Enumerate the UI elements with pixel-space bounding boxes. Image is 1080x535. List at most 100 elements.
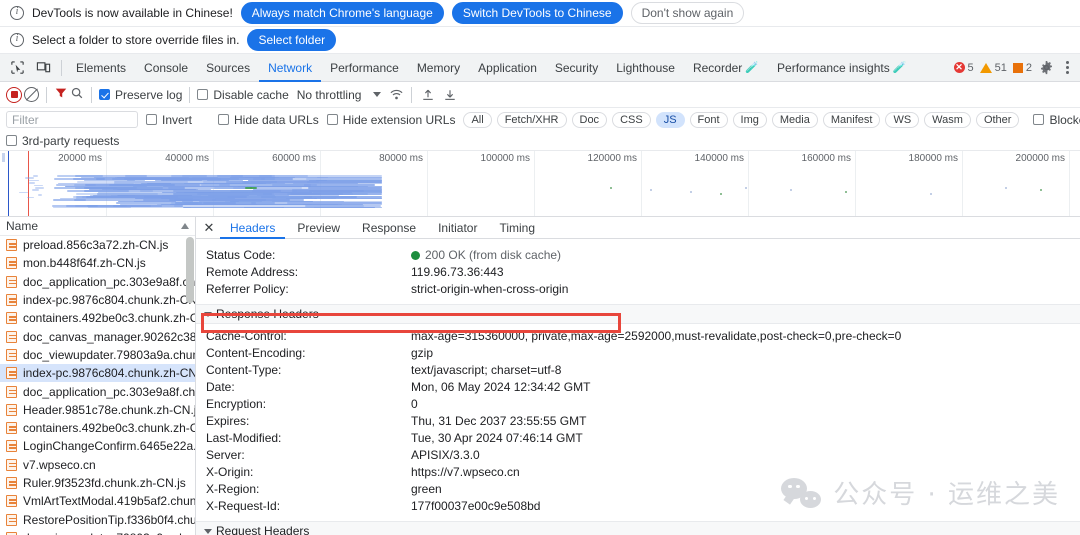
always-match-language-button[interactable]: Always match Chrome's language <box>241 2 444 24</box>
request-list-item[interactable]: index-pc.9876c804.chunk.zh-CN.js <box>0 291 195 309</box>
tab-performance-insights[interactable]: Performance insights 🧪 <box>768 54 915 82</box>
tab-timing[interactable]: Timing <box>489 217 545 239</box>
request-name-label: doc_viewupdater.79803a9a.chunk.... <box>23 531 195 535</box>
import-har-icon[interactable] <box>421 88 435 102</box>
network-conditions-icon[interactable] <box>389 88 404 102</box>
record-stop-icon[interactable] <box>6 87 22 103</box>
tab-network[interactable]: Network <box>259 54 321 82</box>
chip-manifest[interactable]: Manifest <box>823 112 881 128</box>
close-icon[interactable]: ✕ <box>200 219 218 237</box>
request-list-header[interactable]: Name <box>0 217 195 236</box>
tab-initiator[interactable]: Initiator <box>428 217 487 239</box>
request-list[interactable]: preload.856c3a72.zh-CN.js mon.b448f64f.zh… <box>0 236 195 535</box>
blocked-response-cookies-checkbox[interactable]: Blocked response cookies <box>1033 113 1080 127</box>
preserve-log-checkbox[interactable]: Preserve log <box>99 88 182 102</box>
request-list-item[interactable]: v7.wpseco.cn <box>0 456 195 474</box>
request-list-item[interactable]: LoginChangeConfirm.6465e22a.ch... <box>0 437 195 455</box>
request-name-label: mon.b448f64f.zh-CN.js <box>23 256 146 270</box>
info-counter[interactable]: 2 <box>1013 62 1032 74</box>
warning-counter[interactable]: 51 <box>980 62 1007 74</box>
request-list-scrollbar[interactable] <box>186 237 194 303</box>
chevron-down-icon[interactable] <box>373 92 381 97</box>
request-list-item[interactable]: Ruler.9f3523fd.chunk.zh-CN.js <box>0 474 195 492</box>
chip-media[interactable]: Media <box>772 112 818 128</box>
request-list-item[interactable]: containers.492be0c3.chunk.zh-CN.js <box>0 419 195 437</box>
experiment-flask-icon: 🧪 <box>893 54 907 82</box>
request-list-item[interactable]: containers.492be0c3.chunk.zh-CN.js <box>0 309 195 327</box>
request-headers-section-header[interactable]: Request Headers <box>196 521 1080 535</box>
tab-application[interactable]: Application <box>469 54 546 82</box>
tab-elements[interactable]: Elements <box>67 54 135 82</box>
dont-show-again-button[interactable]: Don't show again <box>631 2 745 24</box>
chip-fetch-xhr[interactable]: Fetch/XHR <box>497 112 567 128</box>
detail-value: strict-origin-when-cross-origin <box>411 281 568 298</box>
request-list-item[interactable]: doc_viewupdater.79803a9a.chunk.... <box>0 346 195 364</box>
request-list-item[interactable]: doc_viewupdater.79803a9a.chunk.... <box>0 529 195 535</box>
network-overview-timeline[interactable]: 20000 ms 40000 ms 60000 ms 80000 ms 1000… <box>0 151 1080 217</box>
warning-icon <box>980 63 992 73</box>
request-list-item[interactable]: mon.b448f64f.zh-CN.js <box>0 254 195 272</box>
kebab-menu-icon[interactable] <box>1060 61 1074 74</box>
tab-headers[interactable]: Headers <box>220 217 285 239</box>
tab-label: Memory <box>417 54 460 82</box>
js-file-icon <box>6 239 17 251</box>
hide-extension-urls-checkbox[interactable]: Hide extension URLs <box>327 113 456 127</box>
disable-cache-label: Disable cache <box>213 88 288 102</box>
filter-input[interactable] <box>6 111 138 128</box>
device-toolbar-icon[interactable] <box>30 55 56 81</box>
search-icon[interactable] <box>70 86 84 103</box>
request-list-item[interactable]: VmlArtTextModal.419b5af2.chunk.... <box>0 492 195 510</box>
overview-tick-label: 20000 ms <box>58 153 102 164</box>
request-list-item[interactable]: doc_application_pc.303e9a8f.chun... <box>0 273 195 291</box>
funnel-filter-icon[interactable] <box>54 86 68 103</box>
tab-security[interactable]: Security <box>546 54 607 82</box>
clear-network-log-icon[interactable] <box>24 87 39 102</box>
response-headers-section-header[interactable]: Response Headers <box>196 304 1080 324</box>
tab-memory[interactable]: Memory <box>408 54 469 82</box>
status-code-text: 200 OK (from disk cache) <box>425 248 561 262</box>
network-toolbar: Preserve log Disable cache No throttling <box>0 82 1080 108</box>
tab-lighthouse[interactable]: Lighthouse <box>607 54 684 82</box>
chip-font[interactable]: Font <box>690 112 728 128</box>
chip-other[interactable]: Other <box>976 112 1020 128</box>
tab-preview[interactable]: Preview <box>287 217 350 239</box>
throttling-select[interactable]: No throttling <box>297 88 362 102</box>
tab-response[interactable]: Response <box>352 217 426 239</box>
js-file-icon <box>6 349 17 361</box>
info-icon <box>10 6 24 20</box>
request-list-item[interactable]: preload.856c3a72.zh-CN.js <box>0 236 195 254</box>
tab-recorder[interactable]: Recorder 🧪 <box>684 54 768 82</box>
tab-performance[interactable]: Performance <box>321 54 408 82</box>
chip-wasm[interactable]: Wasm <box>924 112 971 128</box>
hide-data-urls-checkbox[interactable]: Hide data URLs <box>218 113 319 127</box>
request-list-item[interactable]: Header.9851c78e.chunk.zh-CN.js <box>0 401 195 419</box>
request-list-item[interactable]: doc_application_pc.303e9a8f.chun... <box>0 382 195 400</box>
tab-console[interactable]: Console <box>135 54 197 82</box>
chip-js[interactable]: JS <box>656 112 685 128</box>
js-file-icon <box>6 422 17 434</box>
header-row: Date:Mon, 06 May 2024 12:34:42 GMT <box>196 379 1080 396</box>
request-list-item[interactable]: doc_canvas_manager.90262c38.ch... <box>0 327 195 345</box>
invert-checkbox[interactable]: Invert <box>146 113 192 127</box>
tab-sources[interactable]: Sources <box>197 54 259 82</box>
request-list-item[interactable]: index-pc.9876c804.chunk.zh-CN.js <box>0 364 195 382</box>
chip-css[interactable]: CSS <box>612 112 651 128</box>
third-party-requests-checkbox[interactable]: 3rd-party requests <box>6 134 119 148</box>
request-list-item[interactable]: RestorePositionTip.f336b0f4.chunk... <box>0 510 195 528</box>
switch-devtools-chinese-button[interactable]: Switch DevTools to Chinese <box>452 2 623 24</box>
chip-img[interactable]: Img <box>733 112 767 128</box>
error-counter[interactable]: ✕ 5 <box>954 62 974 74</box>
chip-doc[interactable]: Doc <box>572 112 608 128</box>
disable-cache-checkbox[interactable]: Disable cache <box>197 88 288 102</box>
tab-label: Security <box>555 54 598 82</box>
gear-icon[interactable] <box>1038 60 1054 76</box>
inspect-element-icon[interactable] <box>4 55 30 81</box>
tab-label: Performance insights <box>777 54 890 82</box>
chip-ws[interactable]: WS <box>885 112 919 128</box>
checkbox-box <box>1033 114 1044 125</box>
chip-all[interactable]: All <box>463 112 491 128</box>
select-folder-button[interactable]: Select folder <box>247 29 336 51</box>
sort-ascending-icon[interactable] <box>181 223 189 229</box>
header-value: text/javascript; charset=utf-8 <box>411 362 561 379</box>
export-har-icon[interactable] <box>443 88 457 102</box>
